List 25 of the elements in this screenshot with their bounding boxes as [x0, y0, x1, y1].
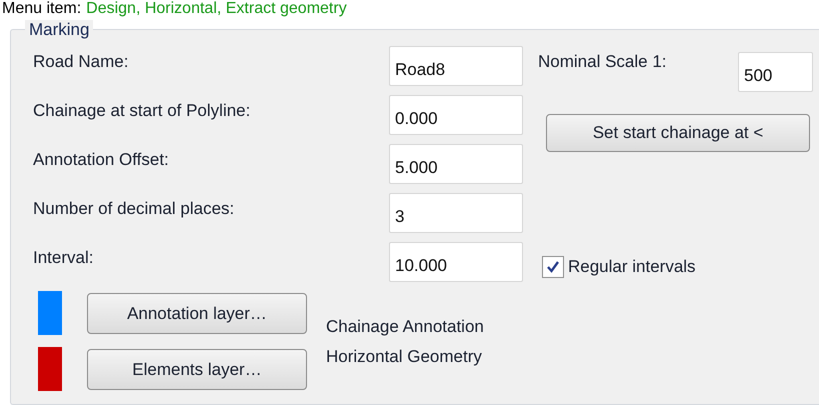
- field-label: Number of decimal places:: [33, 198, 236, 219]
- color-swatch[interactable]: [38, 347, 62, 391]
- input-field[interactable]: 5.000: [389, 144, 523, 184]
- field-label: Annotation Offset:: [33, 149, 170, 170]
- checkbox-label: Regular intervals: [568, 257, 696, 277]
- input-field[interactable]: 3: [389, 193, 523, 233]
- field-label: Nominal Scale 1:: [538, 51, 668, 72]
- input-field[interactable]: 10.000: [389, 242, 523, 282]
- group-title: Marking: [25, 20, 94, 40]
- input-field[interactable]: Road8: [389, 46, 523, 86]
- input-field[interactable]: 0.000: [389, 95, 523, 135]
- menu-path: Design, Horizontal, Extract geometry: [86, 0, 347, 17]
- field-label: Road Name:: [33, 51, 130, 72]
- color-swatch[interactable]: [38, 291, 62, 335]
- check-icon: [545, 259, 561, 275]
- layer-name: Chainage Annotation: [326, 317, 484, 337]
- layer-button[interactable]: Annotation layer…: [87, 293, 307, 334]
- field-label: Interval:: [33, 247, 94, 268]
- menu-item-label: Menu item:: [2, 0, 82, 17]
- set-start-button[interactable]: Set start chainage at <: [546, 114, 810, 152]
- checkbox[interactable]: [542, 256, 564, 278]
- input-field[interactable]: 500: [738, 52, 813, 92]
- field-label: Chainage at start of Polyline:: [33, 100, 252, 121]
- layer-name: Horizontal Geometry: [326, 347, 482, 367]
- layer-button[interactable]: Elements layer…: [87, 349, 307, 390]
